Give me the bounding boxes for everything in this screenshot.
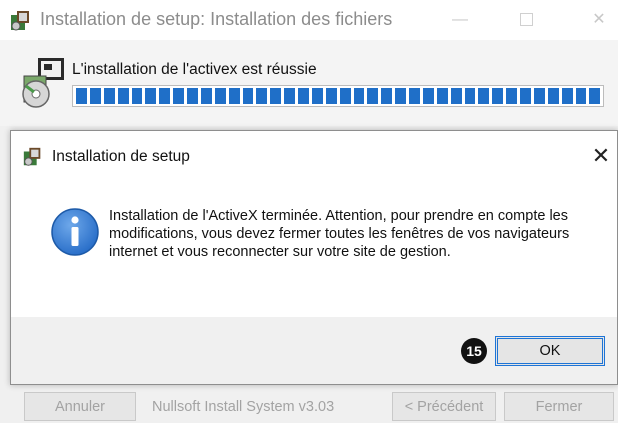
ok-button[interactable]: OK <box>495 336 605 366</box>
installer-app-icon <box>11 11 29 31</box>
installer-status-panel <box>0 40 618 126</box>
information-icon <box>51 208 99 256</box>
install-status-text: L'installation de l'activex est réussie <box>72 61 317 78</box>
close-icon: ✕ <box>591 143 611 168</box>
maximize-button[interactable] <box>510 8 542 32</box>
installer-titlebar: Installation de setup: Installation des … <box>0 0 618 40</box>
installer-window-title: Installation de setup: Installation des … <box>40 9 393 29</box>
nsis-branding: Nullsoft Install System v3.03 <box>152 399 335 415</box>
back-button[interactable]: < Précédent <box>392 392 496 421</box>
close-installer-button[interactable]: Fermer <box>504 392 614 421</box>
maximize-icon <box>519 13 533 27</box>
close-icon: ✕ <box>592 11 606 28</box>
setup-icon <box>22 58 64 108</box>
minimize-button[interactable]: — <box>444 8 476 32</box>
installer-button-bar: Annuler Nullsoft Install System v3.03 < … <box>0 390 618 423</box>
dialog-titlebar: Installation de setup ✕ <box>11 131 617 181</box>
install-progress-bar <box>72 85 604 107</box>
dialog-title: Installation de setup <box>52 148 190 165</box>
window-close-button[interactable]: ✕ <box>583 8 615 32</box>
cancel-button[interactable]: Annuler <box>24 392 136 421</box>
step-callout-badge: 15 <box>461 338 487 364</box>
minimize-icon: — <box>452 11 468 28</box>
dialog-close-button[interactable]: ✕ <box>589 143 613 169</box>
dialog-message: Installation de l'ActiveX terminée. Atte… <box>109 208 570 260</box>
installer-app-icon <box>23 147 41 166</box>
